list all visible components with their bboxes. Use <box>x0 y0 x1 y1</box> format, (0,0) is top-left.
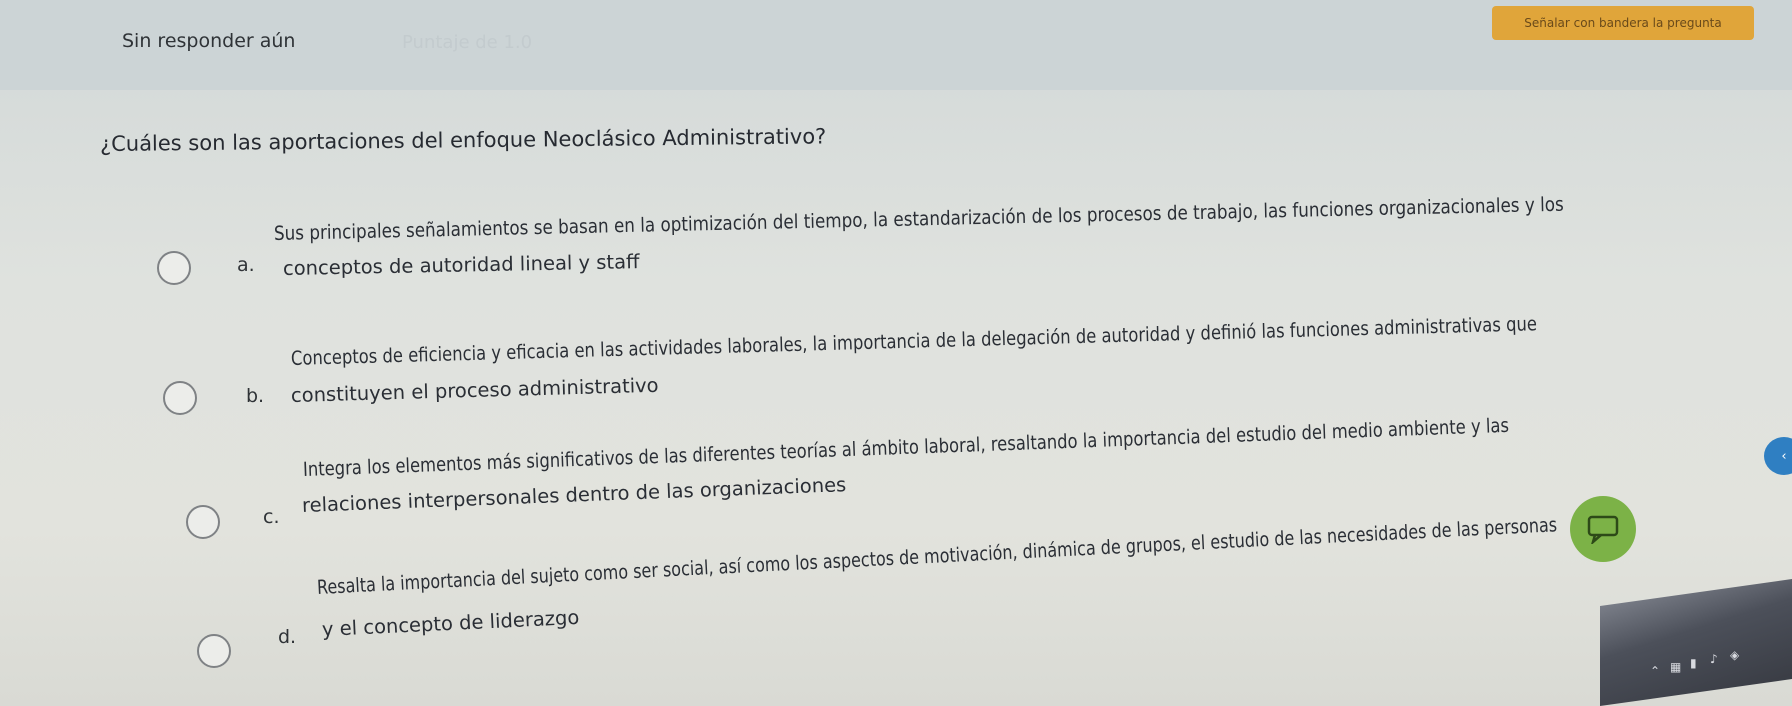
flag-question-button[interactable]: Señalar con bandera la pregunta <box>1492 6 1754 40</box>
chevron-up-icon[interactable]: ⌃ <box>1650 664 1660 678</box>
option-text-line-1: Resalta la importancia del sujeto como s… <box>316 513 1558 599</box>
app-icon[interactable]: ▦ <box>1670 660 1681 674</box>
answer-status: Sin responder aún <box>122 30 296 52</box>
option-letter: b. <box>246 385 265 407</box>
radio-circle-icon[interactable] <box>163 381 197 415</box>
volume-icon[interactable]: ♪ <box>1710 652 1718 666</box>
option-text-line-1: Integra los elementos más significativos… <box>302 413 1510 481</box>
option-text-line-2: constituyen el proceso administrativo <box>290 373 659 407</box>
option-letter: d. <box>278 626 297 648</box>
option-letter: c. <box>263 506 280 528</box>
option-text-line-1: Sus principales señalamientos se basan e… <box>273 192 1565 245</box>
chat-button[interactable] <box>1570 496 1636 562</box>
radio-circle-icon[interactable] <box>157 251 191 285</box>
side-panel-button[interactable]: ‹ <box>1764 437 1792 475</box>
option-text-line-2: relaciones interpersonales dentro de las… <box>301 473 847 517</box>
option-letter: a. <box>237 254 255 276</box>
option-text-line-1: Conceptos de eficiencia y eficacia en la… <box>290 312 1538 370</box>
question-text: ¿Cuáles son las aportaciones del enfoque… <box>99 124 827 156</box>
language-icon[interactable]: ◈ <box>1730 648 1739 662</box>
chevron-left-icon: ‹ <box>1781 448 1787 464</box>
radio-circle-icon[interactable] <box>197 634 231 668</box>
taskbar <box>1600 579 1792 706</box>
option-text-line-2: conceptos de autoridad lineal y staff <box>282 250 640 280</box>
radio-circle-icon[interactable] <box>186 505 220 539</box>
chat-icon <box>1587 515 1619 544</box>
question-points: Puntaje de 1.0 <box>402 32 533 53</box>
option-text-line-2: y el concepto de liderazgo <box>321 605 580 641</box>
battery-icon: ▮ <box>1690 656 1697 670</box>
